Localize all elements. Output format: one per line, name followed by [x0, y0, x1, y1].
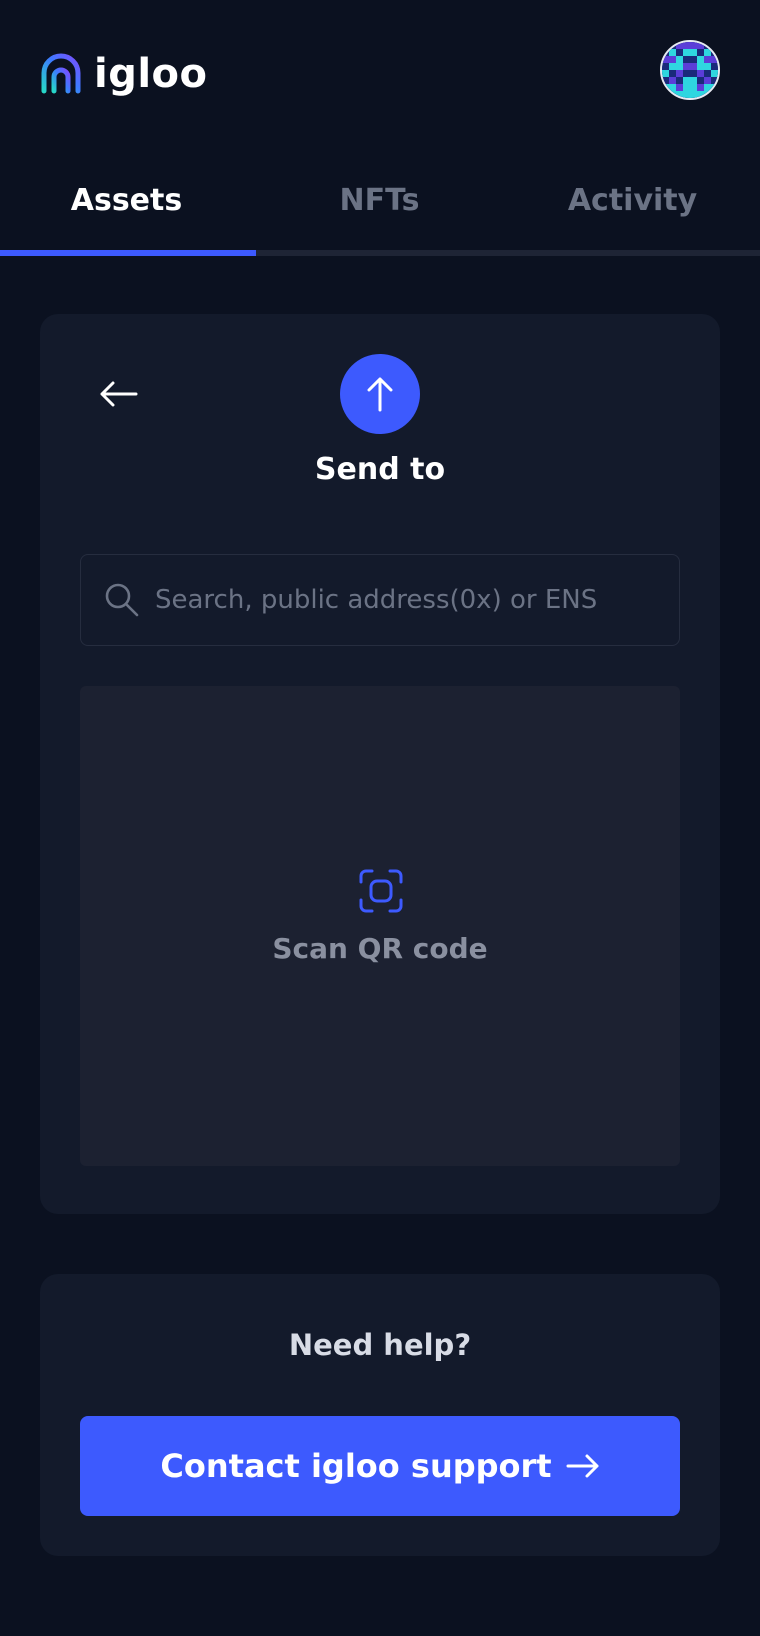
brand-logo[interactable]: igloo	[40, 48, 208, 100]
avatar[interactable]	[660, 40, 720, 100]
pixel-avatar-icon	[662, 42, 718, 98]
scan-qr-icon	[359, 869, 403, 913]
header: igloo	[0, 0, 760, 140]
contact-support-button[interactable]: Contact igloo support	[80, 1416, 680, 1516]
tab-active-indicator	[0, 250, 256, 256]
search-input[interactable]	[155, 570, 679, 630]
app-root: igloo Assets NFTs Activity Send to Searc…	[0, 0, 760, 1636]
contact-support-label: Contact igloo support	[160, 1447, 552, 1485]
tab-assets[interactable]: Assets	[0, 150, 253, 250]
send-title: Send to	[314, 452, 446, 487]
tab-nfts[interactable]: NFTs	[253, 150, 506, 250]
back-button[interactable]	[96, 372, 140, 416]
help-card: Need help? Contact igloo support	[40, 1274, 720, 1556]
scan-qr-area[interactable]: Scan QR code	[80, 686, 680, 1166]
search-field[interactable]	[80, 554, 680, 646]
help-title: Need help?	[288, 1328, 472, 1362]
brand-name: igloo	[94, 51, 208, 97]
tab-activity[interactable]: Activity	[506, 150, 759, 250]
arrow-up-icon	[367, 377, 393, 412]
search-icon	[105, 583, 139, 617]
send-icon-badge	[340, 354, 420, 434]
arrow-left-icon	[100, 381, 138, 407]
scan-qr-label: Scan QR code	[272, 932, 488, 965]
tab-bar: Assets NFTs Activity	[0, 150, 760, 258]
igloo-logo-icon	[41, 53, 81, 94]
send-card: Send to Scan QR code	[40, 314, 720, 1214]
arrow-right-icon	[566, 1454, 599, 1478]
